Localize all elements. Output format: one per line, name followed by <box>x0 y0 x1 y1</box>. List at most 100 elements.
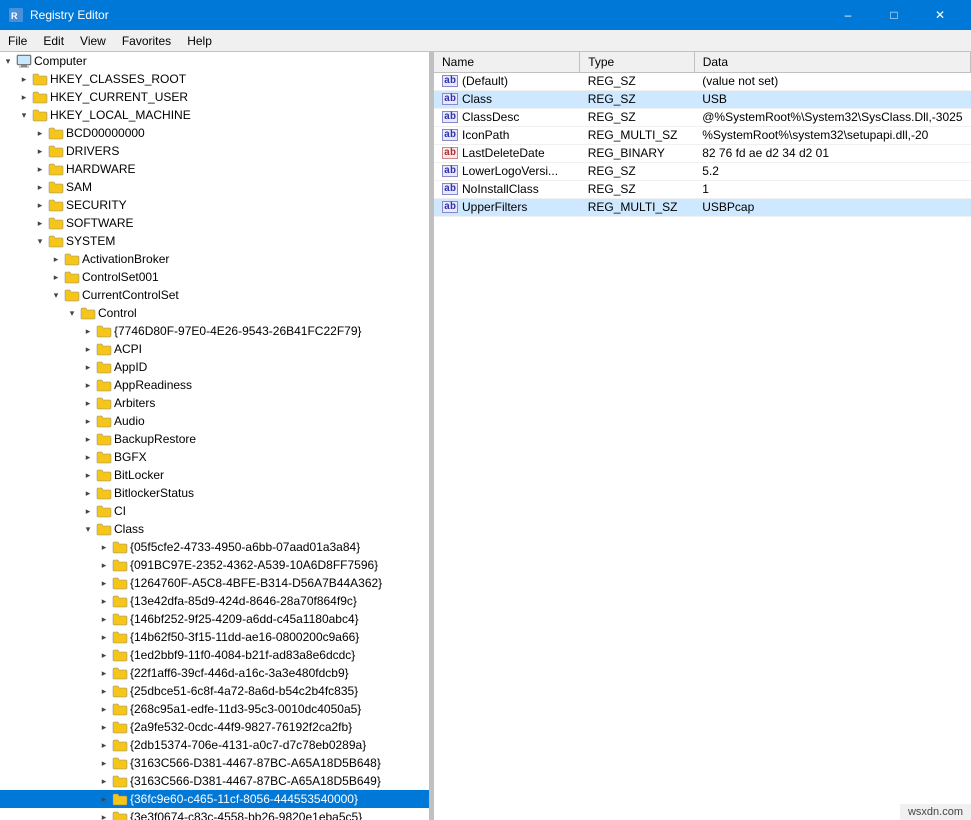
tree-item-cls2[interactable]: {091BC97E-2352-4362-A539-10A6D8FF7596} <box>0 556 429 574</box>
expand-btn-cls8[interactable] <box>96 665 112 681</box>
table-row[interactable]: abLowerLogoVersi...REG_SZ5.2 <box>434 162 971 180</box>
expand-btn-cls4[interactable] <box>96 593 112 609</box>
tree-item-cls1[interactable]: {05f5cfe2-4733-4950-a6bb-07aad01a3a84} <box>0 538 429 556</box>
tree-item-controlset001[interactable]: ControlSet001 <box>0 268 429 286</box>
maximize-button[interactable]: □ <box>871 0 917 30</box>
expand-btn-cls5[interactable] <box>96 611 112 627</box>
tree-item-security[interactable]: SECURITY <box>0 196 429 214</box>
tree-item-backuprestore[interactable]: BackupRestore <box>0 430 429 448</box>
expand-btn-cls1[interactable] <box>96 539 112 555</box>
tree-item-hklm[interactable]: HKEY_LOCAL_MACHINE <box>0 106 429 124</box>
tree-pane[interactable]: Computer HKEY_CLASSES_ROOT HKEY_CURRENT_… <box>0 52 430 820</box>
table-row[interactable]: abUpperFiltersREG_MULTI_SZUSBPcap <box>434 198 971 216</box>
expand-btn-controlset001[interactable] <box>48 269 64 285</box>
tree-item-cls16[interactable]: {3e3f0674-c83c-4558-bb26-9820e1eba5c5} <box>0 808 429 820</box>
expand-btn-hkcr[interactable] <box>16 71 32 87</box>
tree-item-cls6[interactable]: {14b62f50-3f15-11dd-ae16-0800200c9a66} <box>0 628 429 646</box>
tree-item-cls9[interactable]: {25dbce51-6c8f-4a72-8a6d-b54c2b4fc835} <box>0 682 429 700</box>
expand-btn-drivers[interactable] <box>32 143 48 159</box>
expand-btn-guid1[interactable] <box>80 323 96 339</box>
close-button[interactable]: ✕ <box>917 0 963 30</box>
expand-btn-hkcu[interactable] <box>16 89 32 105</box>
expand-btn-cls12[interactable] <box>96 737 112 753</box>
expand-btn-cls15[interactable] <box>96 791 112 807</box>
tree-item-computer[interactable]: Computer <box>0 52 429 70</box>
table-row[interactable]: abIconPathREG_MULTI_SZ%SystemRoot%\syste… <box>434 126 971 144</box>
expand-btn-cls9[interactable] <box>96 683 112 699</box>
expand-btn-class[interactable] <box>80 521 96 537</box>
expand-btn-cls14[interactable] <box>96 773 112 789</box>
tree-item-cls10[interactable]: {268c95a1-edfe-11d3-95c3-0010dc4050a5} <box>0 700 429 718</box>
expand-btn-ci[interactable] <box>80 503 96 519</box>
tree-item-appreadiness[interactable]: AppReadiness <box>0 376 429 394</box>
expand-btn-bitlockerstatus[interactable] <box>80 485 96 501</box>
expand-btn-cls11[interactable] <box>96 719 112 735</box>
expand-btn-security[interactable] <box>32 197 48 213</box>
tree-item-cls8[interactable]: {22f1aff6-39cf-446d-a16c-3a3e480fdcb9} <box>0 664 429 682</box>
expand-btn-activationbroker[interactable] <box>48 251 64 267</box>
table-row[interactable]: ab(Default)REG_SZ(value not set) <box>434 72 971 90</box>
tree-item-bgfx[interactable]: BGFX <box>0 448 429 466</box>
tree-item-cls3[interactable]: {1264760F-A5C8-4BFE-B314-D56A7B44A362} <box>0 574 429 592</box>
expand-btn-cls13[interactable] <box>96 755 112 771</box>
expand-btn-bgfx[interactable] <box>80 449 96 465</box>
table-row[interactable]: abClassREG_SZUSB <box>434 90 971 108</box>
expand-btn-cls6[interactable] <box>96 629 112 645</box>
tree-item-sam[interactable]: SAM <box>0 178 429 196</box>
expand-btn-hklm[interactable] <box>16 107 32 123</box>
menu-item-favorites[interactable]: Favorites <box>114 32 179 50</box>
menu-item-view[interactable]: View <box>72 32 114 50</box>
tree-item-arbiters[interactable]: Arbiters <box>0 394 429 412</box>
tree-item-cls5[interactable]: {146bf252-9f25-4209-a6dd-c45a1180abc4} <box>0 610 429 628</box>
tree-item-bitlockerstatus[interactable]: BitlockerStatus <box>0 484 429 502</box>
table-row[interactable]: abNoInstallClassREG_SZ1 <box>434 180 971 198</box>
tree-item-control[interactable]: Control <box>0 304 429 322</box>
expand-btn-arbiters[interactable] <box>80 395 96 411</box>
expand-btn-appid[interactable] <box>80 359 96 375</box>
tree-item-guid1[interactable]: {7746D80F-97E0-4E26-9543-26B41FC22F79} <box>0 322 429 340</box>
tree-item-acpi[interactable]: ACPI <box>0 340 429 358</box>
tree-item-appid[interactable]: AppID <box>0 358 429 376</box>
minimize-button[interactable]: – <box>825 0 871 30</box>
tree-item-cls14[interactable]: {3163C566-D381-4467-87BC-A65A18D5B649} <box>0 772 429 790</box>
expand-btn-backuprestore[interactable] <box>80 431 96 447</box>
expand-btn-cls10[interactable] <box>96 701 112 717</box>
tree-item-cls15[interactable]: {36fc9e60-c465-11cf-8056-444553540000} <box>0 790 429 808</box>
tree-item-cls4[interactable]: {13e42dfa-85d9-424d-8646-28a70f864f9c} <box>0 592 429 610</box>
expand-btn-hardware[interactable] <box>32 161 48 177</box>
expand-btn-cls16[interactable] <box>96 809 112 820</box>
tree-item-hardware[interactable]: HARDWARE <box>0 160 429 178</box>
tree-item-bitlocker[interactable]: BitLocker <box>0 466 429 484</box>
expand-btn-appreadiness[interactable] <box>80 377 96 393</box>
data-pane[interactable]: Name Type Data ab(Default)REG_SZ(value n… <box>434 52 971 820</box>
tree-item-class[interactable]: Class <box>0 520 429 538</box>
expand-btn-cls7[interactable] <box>96 647 112 663</box>
tree-item-cls12[interactable]: {2db15374-706e-4131-a0c7-d7c78eb0289a} <box>0 736 429 754</box>
expand-btn-system[interactable] <box>32 233 48 249</box>
tree-item-cls11[interactable]: {2a9fe532-0cdc-44f9-9827-76192f2ca2fb} <box>0 718 429 736</box>
expand-btn-software[interactable] <box>32 215 48 231</box>
expand-btn-bitlocker[interactable] <box>80 467 96 483</box>
tree-item-hkcu[interactable]: HKEY_CURRENT_USER <box>0 88 429 106</box>
tree-item-activationbroker[interactable]: ActivationBroker <box>0 250 429 268</box>
menu-item-file[interactable]: File <box>0 32 35 50</box>
tree-item-hkcr[interactable]: HKEY_CLASSES_ROOT <box>0 70 429 88</box>
menu-item-edit[interactable]: Edit <box>35 32 72 50</box>
tree-item-cls7[interactable]: {1ed2bbf9-11f0-4084-b21f-ad83a8e6dcdc} <box>0 646 429 664</box>
expand-btn-acpi[interactable] <box>80 341 96 357</box>
expand-btn-control[interactable] <box>64 305 80 321</box>
table-row[interactable]: abLastDeleteDateREG_BINARY82 76 fd ae d2… <box>434 144 971 162</box>
tree-item-currentcontrolset[interactable]: CurrentControlSet <box>0 286 429 304</box>
tree-item-audio[interactable]: Audio <box>0 412 429 430</box>
expand-btn-cls2[interactable] <box>96 557 112 573</box>
tree-item-system[interactable]: SYSTEM <box>0 232 429 250</box>
expand-btn-bcd[interactable] <box>32 125 48 141</box>
expand-btn-cls3[interactable] <box>96 575 112 591</box>
expand-btn-audio[interactable] <box>80 413 96 429</box>
table-row[interactable]: abClassDescREG_SZ@%SystemRoot%\System32\… <box>434 108 971 126</box>
tree-item-drivers[interactable]: DRIVERS <box>0 142 429 160</box>
tree-item-software[interactable]: SOFTWARE <box>0 214 429 232</box>
menu-item-help[interactable]: Help <box>179 32 220 50</box>
expand-btn-sam[interactable] <box>32 179 48 195</box>
tree-item-ci[interactable]: CI <box>0 502 429 520</box>
